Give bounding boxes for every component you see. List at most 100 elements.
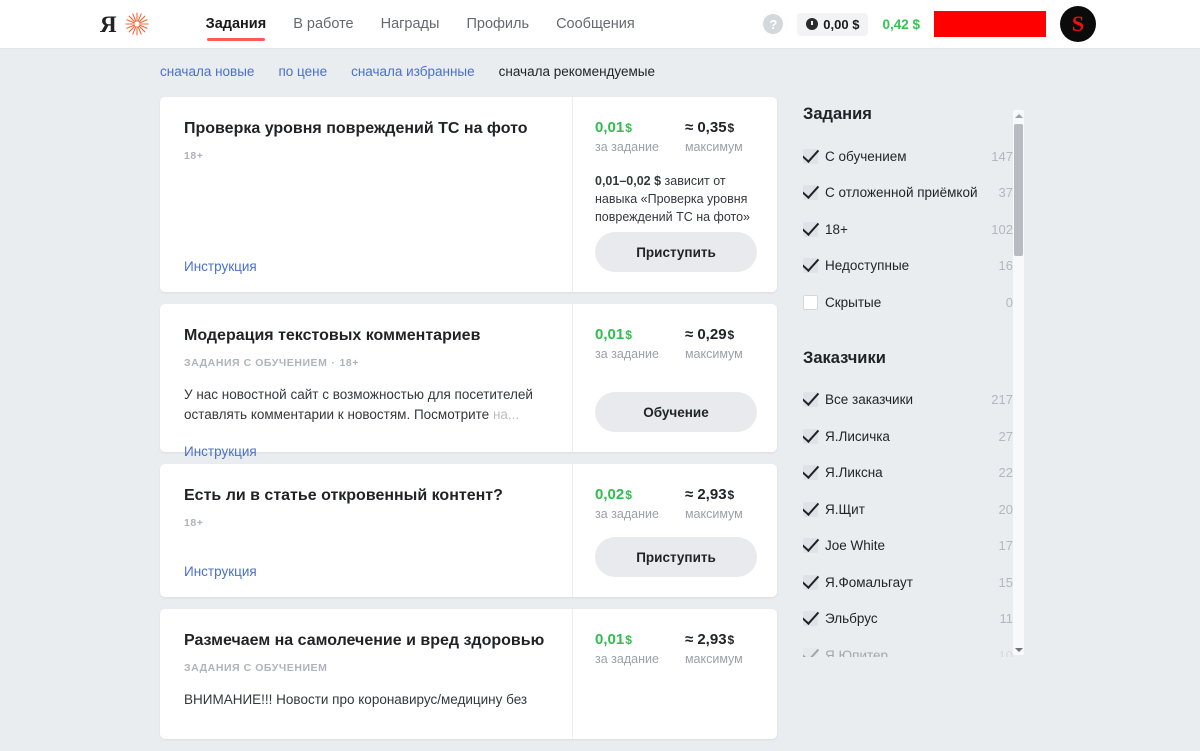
nav-item-profile[interactable]: Профиль <box>466 0 529 49</box>
checkbox-icon[interactable] <box>803 294 818 310</box>
currency: $ <box>625 488 632 502</box>
sort-favorites[interactable]: сначала избранные <box>351 64 475 79</box>
sort-by-price[interactable]: по цене <box>278 64 327 79</box>
filter-customer-fomalhaut[interactable]: Я.Фомальгаут 15 <box>803 564 1013 601</box>
task-card[interactable]: Модерация текстовых комментариев ЗАДАНИЯ… <box>160 304 777 459</box>
filter-tasks-with-training[interactable]: С обучением 147 <box>803 138 1013 175</box>
balance-amount[interactable]: 0,42 $ <box>882 17 920 32</box>
task-tag: ЗАДАНИЯ С ОБУЧЕНИЕМ <box>184 662 328 674</box>
task-card[interactable]: Размечаем на самолечение и вред здоровью… <box>160 609 777 739</box>
filter-count: 17 <box>998 538 1013 554</box>
task-card-body: Проверка уровня повреждений ТС на фото 1… <box>160 97 572 292</box>
start-task-button[interactable]: Приступить <box>595 232 757 272</box>
logo[interactable]: Я <box>100 11 150 37</box>
checkbox-icon[interactable] <box>803 647 818 657</box>
task-card-pricing: 0,02$ за задание ≈ 2,93$ максимум Присту… <box>572 464 777 597</box>
filter-hidden[interactable]: Скрытые 0 <box>803 284 1013 321</box>
checkbox-icon[interactable] <box>803 428 818 444</box>
main-nav: Задания В работе Награды Профиль Сообщен… <box>206 0 635 49</box>
clock-icon <box>806 18 819 30</box>
sort-recommended[interactable]: сначала рекомендуемые <box>499 64 655 79</box>
task-tags: 18+ <box>184 517 548 529</box>
price-number: 0,01 <box>595 119 625 136</box>
price-row: 0,02$ за задание ≈ 2,93$ максимум <box>595 486 757 521</box>
max-number: ≈ 2,93 <box>684 486 727 503</box>
filter-count: 147 <box>991 148 1013 164</box>
task-title: Модерация текстовых комментариев <box>184 327 481 344</box>
nav-label: Профиль <box>466 16 530 32</box>
filter-label: Я.Юпитер <box>825 647 889 657</box>
task-description: У нас новостной сайт с возможностью для … <box>184 385 548 426</box>
instruction-link[interactable]: Инструкция <box>184 546 257 579</box>
price-value: 0,02$ <box>595 486 659 503</box>
scrollbar-thumb[interactable] <box>1014 124 1023 256</box>
max-value: ≈ 0,35$ <box>685 119 743 136</box>
max-caption: максимум <box>684 652 743 666</box>
price-max: ≈ 0,35$ максимум <box>685 119 743 154</box>
start-task-button[interactable]: Приступить <box>595 537 757 577</box>
avatar[interactable]: S <box>1060 6 1096 42</box>
instruction-link[interactable]: Инструкция <box>184 241 257 274</box>
sidebar-scrollbar[interactable] <box>1013 110 1024 655</box>
filter-customer-schit[interactable]: Я.Щит 20 <box>803 491 1013 528</box>
toloka-burst-icon <box>124 11 150 37</box>
nav-item-tasks[interactable]: Задания <box>206 0 266 49</box>
checkbox-icon[interactable] <box>803 185 818 201</box>
filter-customer-all[interactable]: Все заказчики 217 <box>803 382 1013 419</box>
checkbox-icon[interactable] <box>803 501 818 517</box>
nav-item-in-progress[interactable]: В работе <box>293 0 353 49</box>
price-value: 0,01$ <box>595 326 659 343</box>
task-tags: ЗАДАНИЯ С ОБУЧЕНИЕМ · 18+ <box>184 357 548 369</box>
filter-adult[interactable]: 18+ 102 <box>803 211 1013 248</box>
checkbox-icon[interactable] <box>803 611 818 627</box>
max-value: ≈ 0,29$ <box>685 326 743 343</box>
price-max: ≈ 2,93$ максимум <box>685 631 743 666</box>
help-icon[interactable]: ? <box>763 14 784 34</box>
filters-sidebar: Задания С обучением 147 С отложенной при… <box>803 105 1013 657</box>
instruction-link[interactable]: Инструкция <box>184 426 257 459</box>
filter-deferred-acceptance[interactable]: С отложенной приёмкой 37 <box>803 175 1013 212</box>
task-title: Есть ли в статье откровенный контент? <box>184 487 503 504</box>
checkbox-icon[interactable] <box>803 574 818 590</box>
max-caption: максимум <box>684 507 743 521</box>
task-card[interactable]: Есть ли в статье откровенный контент? 18… <box>160 464 777 597</box>
filter-label: С отложенной приёмкой <box>825 185 978 201</box>
max-caption: максимум <box>684 347 743 361</box>
filter-customer-joe-white[interactable]: Joe White 17 <box>803 528 1013 565</box>
price-number: 0,02 <box>595 486 625 503</box>
filter-label: Эльбрус <box>825 611 878 627</box>
filter-count: 27 <box>998 428 1013 444</box>
skill-note: 0,01–0,02 $ зависит от навыка «Проверка … <box>595 172 757 226</box>
price-row: 0,01$ за задание ≈ 2,93$ максимум <box>595 631 757 666</box>
scroll-up-arrow-icon[interactable] <box>1013 110 1024 121</box>
pending-balance-badge[interactable]: 0,00 $ <box>797 12 869 36</box>
checkbox-icon[interactable] <box>803 392 818 408</box>
training-button[interactable]: Обучение <box>595 392 757 432</box>
task-card-pricing: 0,01$ за задание ≈ 0,35$ максимум 0,01–0… <box>572 97 777 292</box>
filter-customer-lisichka[interactable]: Я.Лисичка 27 <box>803 418 1013 455</box>
nav-label: Сообщения <box>556 16 635 32</box>
filter-unavailable[interactable]: Недоступные 16 <box>803 248 1013 285</box>
nav-item-messages[interactable]: Сообщения <box>556 0 635 49</box>
filter-customer-liksna[interactable]: Я.Ликсна 22 <box>803 455 1013 492</box>
checkbox-icon[interactable] <box>803 148 818 164</box>
scroll-down-arrow-icon[interactable] <box>1013 644 1024 655</box>
currency: $ <box>727 121 735 135</box>
task-card[interactable]: Проверка уровня повреждений ТС на фото 1… <box>160 97 777 292</box>
nav-item-rewards[interactable]: Награды <box>381 0 440 49</box>
task-card-pricing: 0,01$ за задание ≈ 2,93$ максимум <box>572 609 777 739</box>
checkbox-icon[interactable] <box>803 221 818 237</box>
checkbox-icon[interactable] <box>803 258 818 274</box>
tag-separator: · <box>331 357 336 369</box>
checkbox-icon[interactable] <box>803 465 818 481</box>
skill-note-range: 0,01–0,02 $ <box>595 174 662 188</box>
price-value: 0,01$ <box>595 631 659 648</box>
sort-newest[interactable]: сначала новые <box>160 64 254 79</box>
filter-customer-jupiter[interactable]: Я.Юпитер 10 <box>803 637 1013 657</box>
price-number: 0,01 <box>595 326 625 343</box>
filter-customer-elbrus[interactable]: Эльбрус 11 <box>803 601 1013 638</box>
max-value: ≈ 2,93$ <box>685 631 743 648</box>
price-row: 0,01$ за задание ≈ 0,29$ максимум <box>595 326 757 361</box>
task-tags: ЗАДАНИЯ С ОБУЧЕНИЕМ <box>184 662 548 674</box>
checkbox-icon[interactable] <box>803 538 818 554</box>
